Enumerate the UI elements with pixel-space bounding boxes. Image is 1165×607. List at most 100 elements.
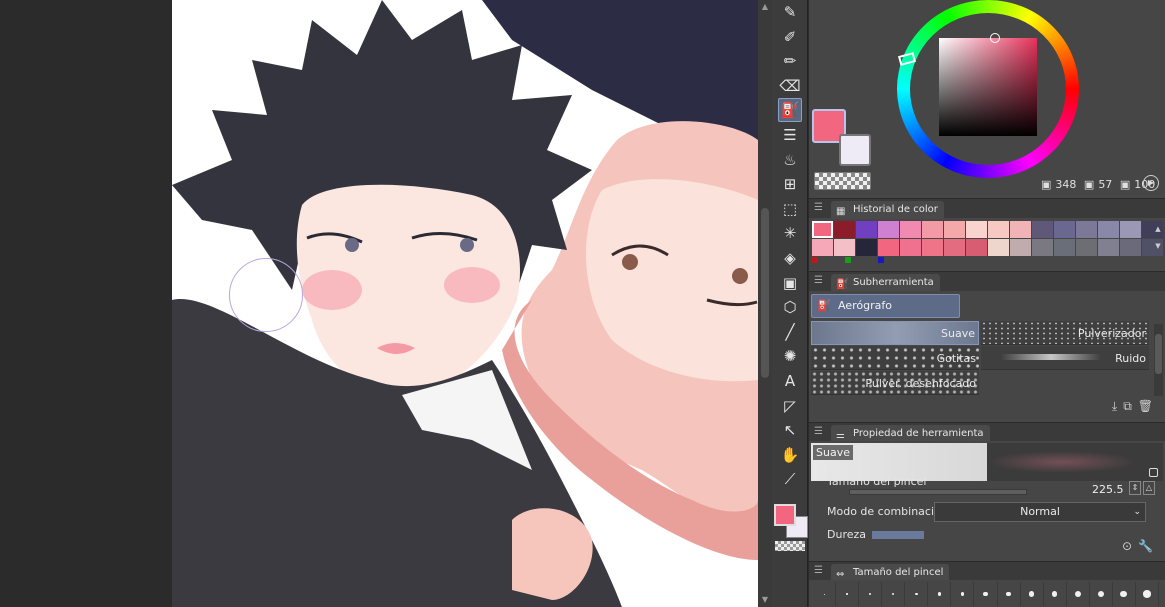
object-tool-icon[interactable]: ↖ xyxy=(778,418,802,442)
scroll-up-icon[interactable]: ▲ xyxy=(758,0,772,14)
brush-size-preset[interactable] xyxy=(813,582,837,606)
brush-size-preset[interactable] xyxy=(1136,582,1159,606)
brush-size-preset[interactable] xyxy=(998,582,1021,606)
history-color-swatch[interactable] xyxy=(1076,221,1097,238)
wrench-icon[interactable]: 🔧 xyxy=(1138,539,1159,553)
blend-mode-select[interactable]: Normal ⌄ xyxy=(934,502,1146,522)
history-color-swatch[interactable] xyxy=(834,239,855,256)
eyedropper-tool-icon[interactable]: ⟋ xyxy=(778,467,802,491)
hardness-selected[interactable] xyxy=(872,531,924,539)
history-color-swatch[interactable] xyxy=(1010,221,1031,238)
history-color-swatch[interactable] xyxy=(922,221,943,238)
history-color-swatch[interactable] xyxy=(1010,239,1031,256)
history-color-swatch[interactable] xyxy=(856,239,877,256)
brush-size-preset[interactable] xyxy=(1090,582,1113,606)
lock-icon[interactable] xyxy=(1149,468,1158,477)
ruler-tool-icon[interactable]: ⊞ xyxy=(778,172,802,196)
history-color-swatch[interactable] xyxy=(1120,239,1141,256)
menu-icon[interactable]: ☰ xyxy=(814,202,824,213)
balloon-tool-icon[interactable]: ◸ xyxy=(778,394,802,418)
stepper-icon[interactable]: ⇕ xyxy=(1129,481,1141,495)
brush-size-preset[interactable] xyxy=(905,582,929,606)
play-icon[interactable]: ▶ xyxy=(1143,175,1159,191)
brush-tool-icon[interactable]: ✏ xyxy=(778,49,802,73)
reset-icon[interactable]: ⊙ xyxy=(1122,539,1138,553)
transparent-color-indicator[interactable] xyxy=(775,541,805,551)
history-color-swatch[interactable] xyxy=(966,239,987,256)
brush-size-slider[interactable] xyxy=(849,489,1027,495)
history-color-swatch[interactable] xyxy=(922,239,943,256)
hand-tool-icon[interactable]: ✋ xyxy=(778,443,802,467)
pen-tool-icon[interactable]: ✎ xyxy=(778,0,802,24)
history-color-swatch[interactable] xyxy=(834,221,855,238)
history-color-swatch[interactable] xyxy=(988,221,1009,238)
text-tool-icon[interactable]: A xyxy=(778,369,802,393)
history-color-swatch[interactable] xyxy=(988,239,1009,256)
brush-size-preset[interactable] xyxy=(882,582,906,606)
transparent-color-swatch[interactable] xyxy=(814,172,871,190)
selection-tool-icon[interactable]: ⬚ xyxy=(778,197,802,221)
history-color-swatch[interactable] xyxy=(944,239,965,256)
saturation-value-square[interactable] xyxy=(939,38,1037,136)
brush-size-preset[interactable] xyxy=(1021,582,1044,606)
duplicate-icon[interactable]: ⧉ xyxy=(1123,399,1138,413)
brush-size-preset[interactable] xyxy=(859,582,883,606)
history-color-swatch[interactable] xyxy=(900,239,921,256)
history-color-swatch[interactable] xyxy=(944,221,965,238)
subtool-group-airbrush[interactable]: ⛽ Aerógrafo xyxy=(811,294,960,318)
brush-size-preset[interactable] xyxy=(974,582,998,606)
3d-tool-icon[interactable]: ⬡ xyxy=(778,295,802,319)
history-color-swatch[interactable] xyxy=(1032,239,1053,256)
history-color-swatch[interactable] xyxy=(966,221,987,238)
history-color-swatch[interactable] xyxy=(878,239,899,256)
history-color-swatch[interactable] xyxy=(812,221,833,238)
line-tool-icon[interactable]: ╱ xyxy=(778,320,802,344)
airbrush-tool-icon[interactable]: ⛽ xyxy=(778,98,802,123)
chevron-down-icon[interactable]: ▼ xyxy=(1153,238,1163,255)
history-color-swatch[interactable] xyxy=(1098,239,1119,256)
history-color-swatch[interactable] xyxy=(856,221,877,238)
gradient-tool-icon[interactable]: ▣ xyxy=(778,271,802,295)
menu-icon[interactable]: ☰ xyxy=(814,275,824,286)
tab-color-history[interactable]: ▦ Historial de color xyxy=(831,201,944,219)
chevron-up-icon[interactable]: ▲ xyxy=(1153,221,1163,238)
decoration-tool-icon[interactable]: ☰ xyxy=(778,123,802,147)
menu-icon[interactable]: ☰ xyxy=(814,426,824,437)
menu-icon[interactable]: ☰ xyxy=(814,565,824,576)
brush-size-preset[interactable] xyxy=(1113,582,1136,606)
pencil-tool-icon[interactable]: ✐ xyxy=(778,25,802,49)
brush-size-preset[interactable] xyxy=(928,582,952,606)
brush-item[interactable]: Pulverizador xyxy=(981,321,1149,345)
brush-item[interactable]: Suave xyxy=(811,321,979,345)
blend-tool-icon[interactable]: ♨ xyxy=(778,148,802,172)
main-color-indicator[interactable] xyxy=(774,504,796,526)
drawing-canvas[interactable] xyxy=(172,0,758,607)
download-icon[interactable]: ⤓ xyxy=(1112,399,1123,413)
history-color-swatch[interactable] xyxy=(1098,221,1119,238)
brush-size-preset[interactable] xyxy=(1067,582,1090,606)
canvas-vertical-scrollbar[interactable]: ▲ ▼ xyxy=(758,0,772,607)
history-color-swatch[interactable] xyxy=(1076,239,1097,256)
history-color-swatch[interactable] xyxy=(900,221,921,238)
auto-select-tool-icon[interactable]: ✳ xyxy=(778,221,802,245)
history-color-swatch[interactable] xyxy=(1054,239,1075,256)
history-color-swatch[interactable] xyxy=(812,239,833,256)
brush-size-preset[interactable] xyxy=(1044,582,1067,606)
scrollbar-thumb[interactable] xyxy=(761,208,769,378)
brush-item[interactable]: Pulver. desenfocado xyxy=(811,371,979,395)
history-color-swatch[interactable] xyxy=(1120,221,1141,238)
brush-size-value[interactable]: 225.5 xyxy=(1092,483,1124,496)
tab-subtool[interactable]: ⛽ Subherramienta xyxy=(831,274,940,292)
sub-color-swatch[interactable] xyxy=(839,134,871,166)
history-color-swatch[interactable] xyxy=(1054,221,1075,238)
brush-item[interactable]: Ruido xyxy=(981,346,1149,370)
speed-lines-tool-icon[interactable]: ✺ xyxy=(778,344,802,368)
history-scroll[interactable]: ▲ ▼ xyxy=(1153,221,1163,256)
brush-size-preset[interactable] xyxy=(836,582,860,606)
history-color-swatch[interactable] xyxy=(1032,221,1053,238)
pressure-icon[interactable]: △ xyxy=(1143,481,1155,495)
eraser-tool-icon[interactable]: ⌫ xyxy=(778,74,802,98)
brush-item[interactable]: Gotitas xyxy=(811,346,979,370)
history-color-swatch[interactable] xyxy=(878,221,899,238)
brush-size-preset[interactable] xyxy=(951,582,975,606)
